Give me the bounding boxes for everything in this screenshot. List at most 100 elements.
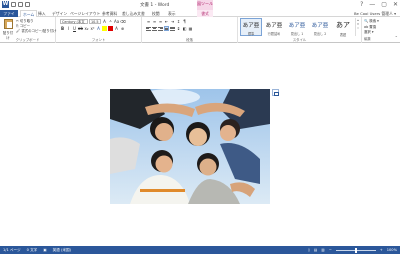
decrease-indent-icon[interactable]: ⇤	[164, 19, 169, 24]
tab-format[interactable]: 書式	[197, 10, 213, 17]
show-marks-icon[interactable]: ¶	[182, 19, 187, 24]
ribbon: 貼り付け ✂ 切り取り ⎘ コピー 🖌 書式のコピー/貼り付け クリップボード …	[0, 17, 400, 43]
style-preview: あア亜	[311, 23, 329, 29]
numbering-icon[interactable]: ≡	[152, 19, 157, 24]
zoom-slider-thumb[interactable]	[354, 247, 357, 253]
tab-design[interactable]: デザイン	[50, 10, 69, 17]
zoom-slider[interactable]	[335, 247, 376, 253]
word-count[interactable]: 0 文字	[27, 246, 38, 254]
clipboard-commands: ✂ 切り取り ⎘ コピー 🖌 書式のコピー/貼り付け	[16, 19, 56, 34]
quick-access-toolbar: W	[2, 1, 30, 8]
title-bar: W 文書 1 - Word 図ツール ? — ▢ ✕	[0, 0, 400, 10]
style-no-spacing[interactable]: あア亜 行間詰め	[263, 18, 285, 36]
increase-indent-icon[interactable]: ⇥	[170, 19, 175, 24]
distributed-icon[interactable]	[170, 26, 175, 31]
bullets-icon[interactable]: ≡	[146, 19, 151, 24]
zoom-out-button[interactable]: −	[329, 246, 332, 254]
tab-page-layout[interactable]: ページレイアウト	[68, 10, 102, 17]
text-effects-icon[interactable]: A	[96, 26, 101, 31]
change-case-icon[interactable]: Aa	[114, 19, 119, 24]
zoom-level[interactable]: 100%	[387, 246, 397, 254]
styles-group: あア亜 標準 あア亜 行間詰め あア亜 見出し 1 あア亜 見出し 2 あア 表…	[238, 17, 362, 43]
italic-button[interactable]: I	[66, 26, 71, 31]
status-bar: 1/1 ページ 0 文字 ▣ 英語 (米国) ▯ ▤ ▥ − + 100%	[0, 246, 400, 254]
style-name: 見出し 2	[313, 32, 327, 36]
tab-references[interactable]: 参考資料	[100, 10, 119, 17]
user-account[interactable]: Be Cool Users 管理人 ▾	[354, 10, 396, 17]
paste-button[interactable]: 貼り付け	[2, 19, 14, 40]
format-painter-button[interactable]: 🖌 書式のコピー/貼り付け	[16, 29, 56, 34]
strikethrough-button[interactable]: ab	[78, 26, 83, 31]
enclose-chars-icon[interactable]: ⊕	[120, 26, 125, 31]
shrink-font-icon[interactable]: A	[108, 19, 113, 24]
tab-home[interactable]: ホーム	[20, 10, 38, 17]
print-layout-icon[interactable]: ▤	[314, 246, 317, 254]
tab-mailings[interactable]: 差し込み文書	[120, 10, 147, 17]
tab-insert[interactable]: 挿入	[36, 10, 48, 17]
find-button[interactable]: 🔍 検索 ▾	[364, 19, 379, 25]
style-preview: あア亜	[288, 23, 306, 29]
select-button[interactable]: 選択 ▾	[364, 30, 379, 36]
align-center-icon[interactable]	[152, 26, 157, 31]
collapse-ribbon-icon[interactable]: ⌃	[395, 35, 398, 40]
tab-file[interactable]: ファイル	[0, 10, 18, 23]
zoom-in-button[interactable]: +	[380, 246, 383, 254]
style-preview: あア	[336, 21, 350, 29]
style-normal[interactable]: あア亜 標準	[240, 18, 262, 36]
save-icon[interactable]	[11, 2, 16, 7]
read-mode-icon[interactable]: ▯	[308, 246, 310, 254]
align-right-icon[interactable]	[158, 26, 163, 31]
font-size-combo[interactable]: 10.5	[89, 19, 101, 24]
bold-button[interactable]: B	[60, 26, 65, 31]
tab-review[interactable]: 校閲	[150, 10, 162, 17]
sort-icon[interactable]: ↕	[176, 19, 181, 24]
editing-group: 🔍 検索 ▾ ab 置換 選択 ▾	[364, 19, 379, 36]
tab-view[interactable]: 表示	[166, 10, 178, 17]
line-spacing-icon[interactable]: ↨	[176, 26, 181, 31]
clipboard-group-label: クリップボード	[15, 38, 40, 42]
style-heading-1[interactable]: あア亜 見出し 1	[286, 18, 308, 36]
undo-icon[interactable]	[18, 2, 23, 7]
style-name: 見出し 1	[290, 32, 304, 36]
language-indicator[interactable]: 英語 (米国)	[53, 246, 71, 254]
window-title: 文書 1 - Word	[140, 3, 170, 8]
style-preview: あア亜	[265, 23, 283, 29]
minimize-button[interactable]: —	[369, 1, 375, 8]
font-name-combo[interactable]: Century (本文	[60, 19, 88, 24]
superscript-button[interactable]: x²	[90, 26, 95, 31]
clear-format-icon[interactable]: ⌫	[120, 19, 126, 24]
underline-button[interactable]: U	[72, 26, 77, 31]
borders-icon[interactable]: ▦	[188, 26, 193, 31]
web-layout-icon[interactable]: ▥	[321, 246, 324, 254]
highlight-color-icon[interactable]	[102, 26, 107, 31]
style-preview: あア亜	[242, 23, 260, 29]
font-color-icon[interactable]	[108, 26, 113, 31]
close-button[interactable]: ✕	[393, 1, 398, 8]
paragraph-group: ≡ ≡ ≡ ⇤ ⇥ ↕ ¶ ↨ ◧ ▦ 段落	[142, 17, 238, 43]
align-left-icon[interactable]	[146, 26, 151, 31]
styles-gallery-scroll[interactable]: ▴ ▾ ▿	[355, 18, 360, 36]
layout-options-icon[interactable]	[272, 89, 279, 96]
help-button[interactable]: ?	[360, 1, 363, 8]
ribbon-tabs: ファイル ホーム 挿入 デザイン ページレイアウト 参考資料 差し込み文書 校閲…	[0, 10, 400, 23]
style-name: 行間詰め	[267, 32, 281, 36]
word-logo-icon: W	[2, 1, 9, 8]
style-title[interactable]: あア 表題	[332, 18, 354, 37]
subscript-button[interactable]: x₂	[84, 26, 89, 31]
shading-icon[interactable]: ◧	[182, 26, 187, 31]
redo-icon[interactable]	[25, 2, 30, 7]
justify-icon[interactable]	[164, 26, 169, 31]
proofing-icon[interactable]: ▣	[43, 246, 46, 254]
style-heading-2[interactable]: あア亜 見出し 2	[309, 18, 331, 36]
style-name: 標準	[247, 32, 255, 36]
selected-photo[interactable]	[110, 89, 270, 204]
window-controls: ? — ▢ ✕	[360, 1, 398, 8]
paragraph-group-label: 段落	[186, 38, 193, 42]
multilevel-list-icon[interactable]: ≡	[158, 19, 163, 24]
clipboard-icon	[3, 19, 13, 29]
font-group: Century (本文 10.5 A A Aa ⌫ B I U ab x₂ x²…	[56, 17, 142, 43]
maximize-button[interactable]: ▢	[381, 1, 387, 8]
grow-font-icon[interactable]: A	[102, 19, 107, 24]
page-count[interactable]: 1/1 ページ	[3, 246, 21, 254]
char-shading-icon[interactable]: A	[114, 26, 119, 31]
